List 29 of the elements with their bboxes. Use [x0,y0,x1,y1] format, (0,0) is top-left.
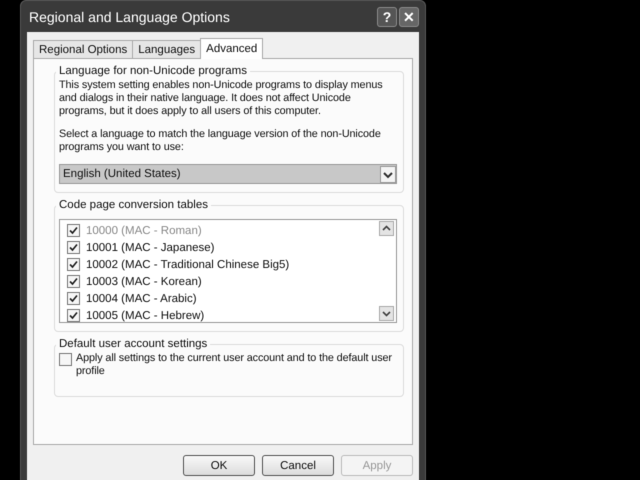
group-title: Language for non-Unicode programs [58,65,248,77]
checkbox-label[interactable]: Apply all settings to the current user account and to the default user profile [76,352,397,378]
dialog-button[interactable]: OK [183,455,255,476]
checkbox[interactable] [67,275,80,288]
group-title: Code page conversion tables [58,199,209,211]
list-item-label[interactable]: 10003 (MAC - Korean) [86,276,202,288]
close-button[interactable]: ✕ [399,6,419,26]
list-item-label[interactable]: 10001 (MAC - Japanese) [86,242,214,254]
checkbox[interactable] [67,258,80,271]
description-text: This system setting enables non-Unicode programs to display menus and dialogs in their native language. It does not affect Unicode programs, but it does apply to all users of this computer. [59,79,384,118]
list-item-label[interactable]: 10004 (MAC - Arabic) [86,292,197,304]
checkbox[interactable] [59,353,72,366]
list-item-label[interactable]: 10002 (MAC - Traditional Chinese Big5) [86,258,290,270]
prompt-text: Select a language to match the language version of the non-Unicode programs you want to use: [59,128,382,154]
language-dropdown[interactable]: English (United States) [59,164,397,184]
tab[interactable]: Regional Options [33,40,134,58]
scroll-down-icon[interactable] [379,306,394,321]
tab[interactable]: Languages [132,40,202,58]
window-title: Regional and Language Options [28,8,230,24]
group-title: Default user account settings [58,338,208,350]
scrollbar[interactable] [379,220,396,322]
list-item-label[interactable]: 10005 (MAC - Hebrew) [86,310,204,322]
help-button[interactable]: ? [377,6,397,26]
scroll-up-icon[interactable] [379,221,394,236]
checkbox[interactable] [67,309,80,322]
dialog-button[interactable]: Cancel [262,455,334,476]
checkbox[interactable] [67,292,80,305]
checkbox[interactable] [67,241,80,254]
tab[interactable]: Advanced [200,38,264,59]
